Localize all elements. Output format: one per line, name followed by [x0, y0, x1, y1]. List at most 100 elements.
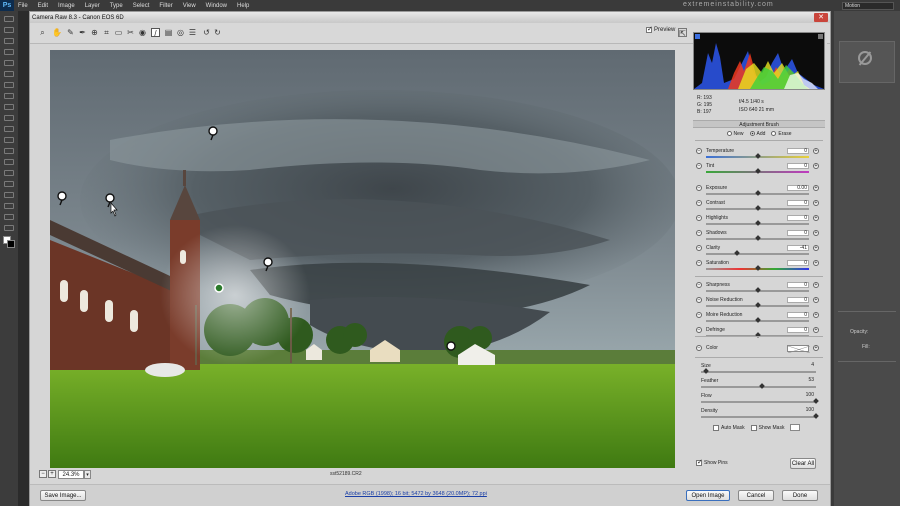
menu-file[interactable]: File	[18, 3, 28, 9]
shadows-plus-icon[interactable]: +	[813, 230, 819, 236]
noise-reduction-plus-icon[interactable]: +	[813, 297, 819, 303]
zoom-in-button[interactable]: +	[48, 470, 56, 478]
moire-reduction-value[interactable]: 0	[787, 312, 809, 318]
eraser-tool[interactable]	[4, 126, 14, 132]
defringe-value[interactable]: 0	[787, 327, 809, 333]
exposure-minus-icon[interactable]: −	[696, 185, 702, 191]
clarity-value[interactable]: -41	[787, 245, 809, 251]
shape-tool[interactable]	[4, 203, 14, 209]
straighten-icon[interactable]: ▭	[114, 28, 123, 37]
shadows-minus-icon[interactable]: −	[696, 230, 702, 236]
open-image-button[interactable]: Open Image	[686, 490, 730, 501]
pen-tool[interactable]	[4, 170, 14, 176]
menu-layer[interactable]: Layer	[85, 3, 100, 9]
tint-plus-icon[interactable]: +	[813, 163, 819, 169]
move-tool[interactable]	[4, 16, 14, 22]
mode-new[interactable]: New	[726, 131, 744, 137]
exposure-plus-icon[interactable]: +	[813, 185, 819, 191]
rotate-ccw-icon[interactable]: ↺	[202, 28, 211, 37]
defringe-plus-icon[interactable]: +	[813, 327, 819, 333]
zoom-dropdown-icon[interactable]: ▾	[84, 470, 91, 479]
quick-select-tool[interactable]	[4, 49, 14, 55]
clear-all-button[interactable]: Clear All	[790, 458, 816, 469]
clarity-plus-icon[interactable]: +	[813, 245, 819, 251]
color-swatches[interactable]	[3, 236, 15, 248]
color-sampler-icon[interactable]: ✒	[78, 28, 87, 37]
size-track[interactable]	[701, 371, 816, 373]
auto-mask-toggle[interactable]: Auto Mask	[713, 424, 745, 431]
temperature-value[interactable]: 0	[787, 148, 809, 154]
flow-track[interactable]	[701, 401, 816, 403]
color-swatch[interactable]	[787, 345, 811, 354]
eyedropper-tool[interactable]	[4, 71, 14, 77]
flow-value[interactable]: 100	[793, 393, 815, 399]
dodge-tool[interactable]	[4, 159, 14, 165]
targeted-adjustment-icon[interactable]: ⊕	[90, 28, 99, 37]
menu-image[interactable]: Image	[58, 3, 75, 9]
temperature-minus-icon[interactable]: −	[696, 148, 702, 154]
mode-erase[interactable]: Erase	[771, 131, 791, 137]
show-pins-toggle[interactable]: Show Pins	[696, 458, 728, 466]
shadows-value[interactable]: 0	[787, 230, 809, 236]
moire-reduction-plus-icon[interactable]: +	[813, 312, 819, 318]
gradient-tool[interactable]	[4, 137, 14, 143]
workspace-select[interactable]: Motion	[842, 2, 894, 10]
spot-removal-icon[interactable]: ✂	[126, 28, 135, 37]
stamp-tool[interactable]	[4, 104, 14, 110]
brush-tool[interactable]	[4, 93, 14, 99]
sharpness-plus-icon[interactable]: +	[813, 282, 819, 288]
saturation-minus-icon[interactable]: −	[696, 260, 702, 266]
density-track[interactable]	[701, 416, 816, 418]
type-tool[interactable]	[4, 181, 14, 187]
contrast-value[interactable]: 0	[787, 200, 809, 206]
highlights-minus-icon[interactable]: −	[696, 215, 702, 221]
image-preview[interactable]	[50, 50, 675, 468]
saturation-value[interactable]: 0	[787, 260, 809, 266]
zoom-out-button[interactable]: −	[39, 470, 47, 478]
fullscreen-icon[interactable]: ⇱	[678, 28, 687, 38]
color-plus-icon[interactable]: +	[813, 345, 819, 351]
feather-value[interactable]: 53	[793, 378, 815, 384]
menu-help[interactable]: Help	[237, 3, 249, 9]
save-image-button[interactable]: Save Image...	[40, 490, 86, 501]
noise-reduction-value[interactable]: 0	[787, 297, 809, 303]
graduated-filter-icon[interactable]: ▤	[164, 28, 173, 37]
saturation-plus-icon[interactable]: +	[813, 260, 819, 266]
highlight-clipping-icon[interactable]	[818, 34, 823, 39]
done-button[interactable]: Done	[782, 490, 818, 501]
cancel-button[interactable]: Cancel	[738, 490, 774, 501]
menu-select[interactable]: Select	[133, 3, 150, 9]
sharpness-minus-icon[interactable]: −	[696, 282, 702, 288]
crop-icon[interactable]: ⌗	[102, 28, 111, 37]
contrast-minus-icon[interactable]: −	[696, 200, 702, 206]
crop-tool[interactable]	[4, 60, 14, 66]
blur-tool[interactable]	[4, 148, 14, 154]
contrast-plus-icon[interactable]: +	[813, 200, 819, 206]
red-eye-icon[interactable]: ◉	[138, 28, 147, 37]
show-mask-toggle[interactable]: Show Mask	[750, 424, 784, 431]
preview-checkbox[interactable]	[646, 25, 653, 33]
size-value[interactable]: 4	[793, 363, 815, 369]
highlights-value[interactable]: 0	[787, 215, 809, 221]
menu-view[interactable]: View	[183, 3, 196, 9]
path-select-tool[interactable]	[4, 192, 14, 198]
marquee-tool[interactable]	[4, 27, 14, 33]
shadow-clipping-icon[interactable]	[695, 34, 700, 39]
clarity-track[interactable]	[706, 253, 809, 255]
clarity-minus-icon[interactable]: −	[696, 245, 702, 251]
preview-toggle[interactable]: Preview	[646, 25, 675, 33]
sharpness-value[interactable]: 0	[787, 282, 809, 288]
radial-filter-icon[interactable]: ◎	[176, 28, 185, 37]
zoom-tool[interactable]	[4, 225, 14, 231]
noise-reduction-minus-icon[interactable]: −	[696, 297, 702, 303]
hand-tool[interactable]	[4, 214, 14, 220]
mask-color-swatch[interactable]	[790, 424, 801, 431]
adjustment-brush-icon[interactable]: /	[151, 28, 160, 38]
menu-type[interactable]: Type	[110, 3, 123, 9]
tint-minus-icon[interactable]: −	[696, 163, 702, 169]
preferences-icon[interactable]: ☰	[188, 28, 197, 37]
workflow-options-link[interactable]: Adobe RGB (1998); 16 bit; 5472 by 3648 (…	[345, 491, 487, 497]
menu-edit[interactable]: Edit	[38, 3, 48, 9]
lasso-tool[interactable]	[4, 38, 14, 44]
menu-window[interactable]: Window	[206, 3, 227, 9]
